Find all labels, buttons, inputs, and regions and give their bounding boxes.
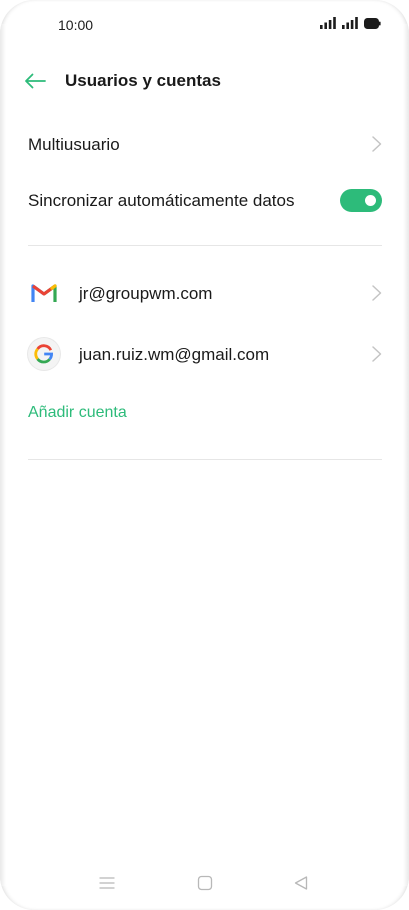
add-account-link[interactable]: Añadir cuenta — [28, 404, 127, 422]
account-email: jr@groupwm.com — [79, 284, 213, 303]
app-header: Usuarios y cuentas — [0, 60, 409, 102]
sync-label: Sincronizar automáticamente datos — [28, 191, 295, 210]
multiuser-label: Multiusuario — [28, 135, 120, 154]
back-nav-button[interactable] — [290, 872, 312, 894]
sync-row[interactable]: Sincronizar automáticamente datos — [0, 178, 409, 222]
battery-icon — [364, 17, 381, 29]
signal-icon — [342, 17, 358, 29]
home-icon — [197, 875, 213, 891]
back-button[interactable] — [22, 68, 48, 94]
status-time: 10:00 — [58, 17, 94, 33]
google-icon — [28, 338, 60, 370]
divider — [28, 459, 382, 460]
sync-toggle[interactable] — [340, 189, 382, 212]
status-icons — [320, 17, 381, 29]
phone-screen: 10:00 Usuarios y cuentas Multiusuario Si… — [0, 0, 409, 910]
toggle-knob — [365, 195, 376, 206]
status-bar: 10:00 — [0, 0, 409, 50]
arrow-left-icon — [25, 73, 46, 89]
chevron-right-icon — [372, 346, 382, 362]
back-triangle-icon — [294, 876, 308, 890]
page-title: Usuarios y cuentas — [65, 71, 221, 90]
account-row[interactable]: juan.ruiz.wm@gmail.com — [0, 331, 409, 377]
account-email: juan.ruiz.wm@gmail.com — [79, 345, 270, 364]
account-row[interactable]: jr@groupwm.com — [0, 270, 409, 316]
menu-icon — [99, 877, 115, 889]
chevron-right-icon — [372, 136, 382, 152]
menu-button[interactable] — [96, 872, 118, 894]
multiuser-row[interactable]: Multiusuario — [0, 122, 409, 166]
home-button[interactable] — [194, 872, 216, 894]
gmail-icon — [28, 277, 60, 309]
signal-icon — [320, 17, 336, 29]
divider — [28, 245, 382, 246]
chevron-right-icon — [372, 285, 382, 301]
navigation-bar — [0, 854, 409, 910]
